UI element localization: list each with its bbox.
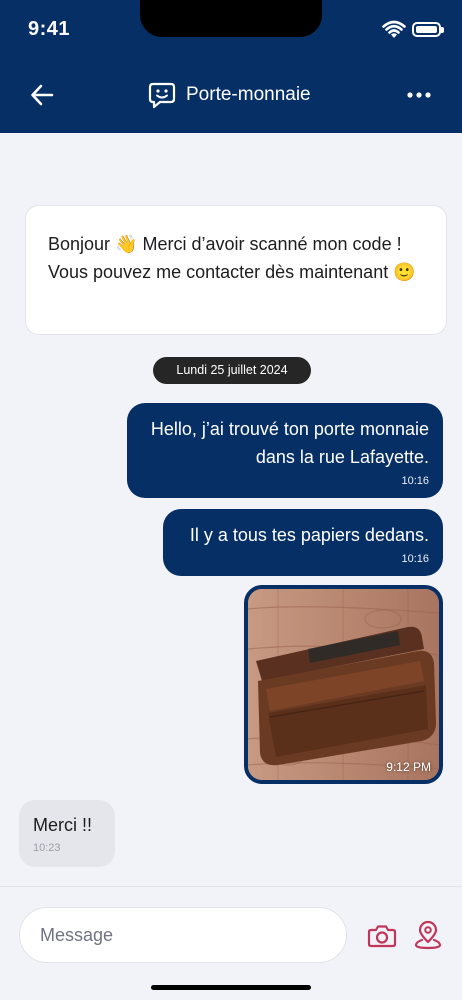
image-message[interactable]: 9:12 PM: [244, 585, 443, 784]
outgoing-message-bubble[interactable]: Il y a tous tes papiers dedans. 10:16: [163, 509, 443, 576]
message-input[interactable]: [19, 907, 347, 963]
chat-title-text: Porte-monnaie: [186, 84, 311, 105]
chat-title: Porte-monnaie: [148, 80, 311, 110]
status-time: 9:41: [28, 18, 71, 40]
location-pin-icon[interactable]: [413, 920, 443, 950]
camera-icon[interactable]: [367, 921, 397, 951]
message-text: Hello, j’ai trouvé ton porte monnaie dan…: [150, 419, 429, 467]
battery-icon: [412, 22, 444, 37]
outgoing-message-bubble[interactable]: Hello, j’ai trouvé ton porte monnaie dan…: [127, 403, 443, 498]
more-options-icon[interactable]: [404, 86, 434, 104]
image-time: 9:12 PM: [386, 760, 431, 774]
message-text: Il y a tous tes papiers dedans.: [189, 525, 429, 545]
message-composer: [0, 886, 462, 1000]
app-header: 9:41 Porte-monnaie: [0, 0, 462, 133]
intro-message-card: Bonjour 👋 Merci d’avoir scanné mon code …: [25, 205, 447, 335]
chat-smile-icon: [148, 82, 176, 109]
device-notch: [140, 0, 322, 37]
wifi-icon: [382, 20, 406, 38]
message-text: Merci !!: [33, 815, 93, 835]
incoming-message-bubble[interactable]: Merci !! 10:23: [19, 800, 115, 867]
home-indicator: [151, 985, 311, 990]
message-time: 10:23: [33, 842, 61, 854]
message-time: 10:16: [401, 475, 429, 487]
date-separator: Lundi 25 juillet 2024: [153, 357, 311, 384]
wallet-photo: [248, 589, 439, 780]
back-arrow-icon[interactable]: [28, 80, 58, 110]
message-time: 10:16: [401, 553, 429, 565]
